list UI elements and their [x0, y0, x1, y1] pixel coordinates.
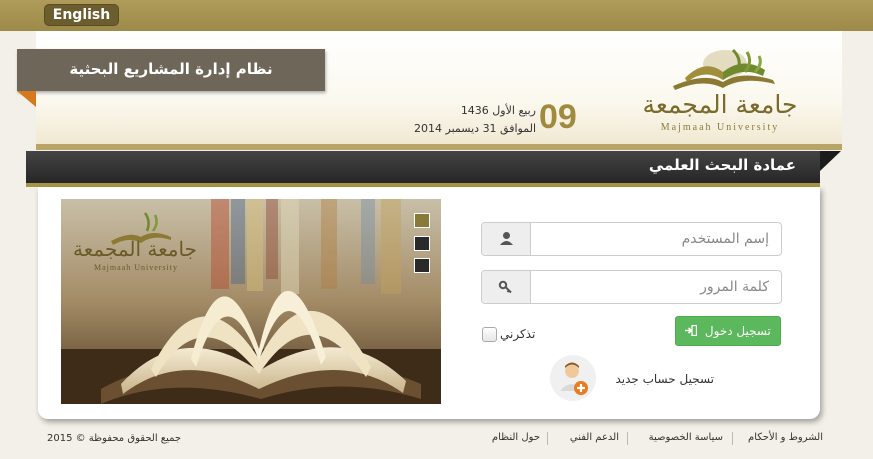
footer-link-about[interactable]: حول النظام	[492, 432, 540, 443]
footer-links: الشروط و الأحكام سياسة الخصوصية الدعم ال…	[480, 432, 823, 446]
system-title-banner: نظام إدارة المشاريع البحثية	[17, 49, 325, 91]
top-bar: English	[0, 0, 873, 31]
footer-separator	[547, 432, 548, 445]
register-link[interactable]: تسجيل حساب جديد	[604, 372, 714, 386]
section-title: عمادة البحث العلمي	[648, 156, 796, 174]
banner-fold-decoration	[17, 91, 36, 107]
password-group	[481, 270, 782, 304]
remember-me-label: تذكرني	[500, 327, 536, 341]
login-button[interactable]: تسجيل دخول	[675, 316, 781, 346]
english-language-button[interactable]: English	[44, 4, 119, 26]
remember-me-checkbox[interactable]	[482, 327, 497, 342]
university-logo[interactable]: جامعة المجمعة Majmaah University	[625, 42, 815, 140]
user-icon	[482, 223, 531, 255]
footer-separator	[732, 432, 733, 445]
username-group	[481, 222, 782, 256]
footer-link-terms[interactable]: الشروط و الأحكام	[748, 432, 823, 443]
date-day: 09	[539, 98, 577, 136]
sign-in-icon	[685, 324, 698, 337]
key-icon	[482, 271, 531, 303]
copyright-text: جميع الحقوق محفوظة © 2015	[47, 433, 182, 444]
slider-logo-english: Majmaah University	[94, 263, 178, 272]
image-slider[interactable]: جامعة المجمعة Majmaah University	[61, 199, 441, 404]
password-input[interactable]	[532, 271, 781, 303]
book-logo-icon	[673, 48, 775, 90]
footer-link-support[interactable]: الدعم الفني	[570, 432, 619, 443]
footer-separator	[627, 432, 628, 445]
logo-english-text: Majmaah University	[660, 122, 780, 133]
slider-dot-1[interactable]	[414, 213, 430, 228]
date-hijri: ربيع الأول 1436	[460, 104, 536, 117]
slider-logo-arabic: جامعة المجمعة	[73, 237, 197, 261]
login-button-label: تسجيل دخول	[704, 324, 771, 338]
logo-arabic-text: جامعة المجمعة	[642, 90, 798, 119]
add-user-icon[interactable]	[550, 355, 596, 401]
footer-link-privacy[interactable]: سياسة الخصوصية	[649, 432, 723, 443]
slider-dot-3[interactable]	[414, 258, 430, 273]
section-bar-fold	[820, 151, 841, 171]
header-divider	[36, 144, 842, 150]
slider-dot-2[interactable]	[414, 236, 430, 251]
username-input[interactable]	[532, 223, 781, 255]
section-bar: عمادة البحث العلمي	[26, 151, 820, 183]
date-gregorian: الموافق 31 ديسمبر 2014	[414, 122, 536, 135]
